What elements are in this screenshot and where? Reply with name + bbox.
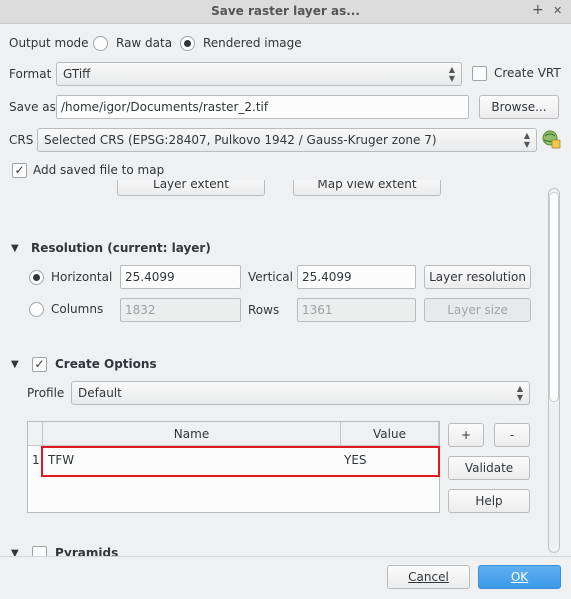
vertical-label: Vertical (248, 270, 293, 284)
output-mode-label: Output mode (9, 36, 89, 50)
combo-arrows-icon: ▲ ▼ (448, 65, 455, 83)
crs-label: CRS (9, 133, 34, 147)
format-label: Format (9, 67, 52, 81)
create-options-title[interactable]: Create Options (55, 357, 157, 371)
add-option-button[interactable]: + (448, 423, 484, 447)
combo-arrows-icon: ▲ ▼ (523, 131, 530, 149)
combo-arrows-icon: ▲ ▼ (516, 384, 523, 402)
profile-value: Default (78, 386, 122, 400)
create-vrt-label[interactable]: Create VRT (494, 66, 561, 80)
rendered-image-radio[interactable] (180, 36, 195, 51)
save-as-label: Save as (9, 100, 56, 114)
columns-label[interactable]: Columns (51, 302, 103, 316)
crs-value: Selected CRS (EPSG:28407, Pulkovo 1942 /… (44, 133, 437, 147)
rows-label: Rows (248, 303, 280, 317)
help-button[interactable]: Help (448, 489, 530, 513)
horizontal-input[interactable]: 25.4099 (120, 265, 241, 289)
raw-data-radio[interactable] (93, 36, 108, 51)
format-value: GTiff (63, 67, 91, 81)
column-header-name[interactable]: Name (43, 422, 341, 446)
create-options-checkbox[interactable]: ✓ (32, 357, 47, 372)
pin-icon[interactable]: + (532, 2, 544, 18)
column-header-value[interactable]: Value (341, 422, 439, 446)
window-title: Save raster layer as... (211, 4, 360, 18)
row-index: 1 (32, 453, 40, 467)
raw-data-label[interactable]: Raw data (116, 36, 172, 50)
layer-extent-button[interactable]: Layer extent (117, 180, 265, 196)
crs-selector-icon[interactable] (541, 128, 561, 150)
highlight-box (41, 446, 440, 477)
collapse-arrow-icon[interactable]: ▼ (11, 359, 19, 370)
table-corner (28, 422, 43, 446)
pyramids-clip: ▼ Pyramids (0, 540, 545, 556)
cancel-button[interactable]: Cancel (387, 565, 470, 589)
format-select[interactable]: GTiff ▲ ▼ (56, 62, 462, 86)
layer-resolution-button[interactable]: Layer resolution (424, 265, 531, 289)
pyramids-checkbox[interactable] (32, 546, 47, 556)
ok-button[interactable]: OK (478, 565, 561, 589)
ok-label: OK (510, 570, 529, 584)
rows-input[interactable]: 1361 (297, 298, 416, 322)
collapse-arrow-icon[interactable]: ▼ (11, 548, 19, 556)
create-vrt-checkbox[interactable] (472, 66, 487, 81)
save-as-input[interactable]: /home/igor/Documents/raster_2.tif (56, 95, 469, 119)
remove-option-button[interactable]: - (494, 423, 530, 447)
validate-button[interactable]: Validate (448, 456, 530, 480)
resolution-title[interactable]: Resolution (current: layer) (31, 241, 211, 255)
map-view-extent-button[interactable]: Map view extent (293, 180, 441, 196)
title-bar: Save raster layer as... + ✕ (0, 0, 571, 24)
columns-radio[interactable] (29, 302, 44, 317)
pyramids-title[interactable]: Pyramids (55, 546, 118, 556)
collapse-arrow-icon[interactable]: ▼ (11, 243, 19, 254)
rendered-image-label[interactable]: Rendered image (203, 36, 302, 50)
scrollbar-thumb[interactable] (549, 192, 559, 402)
add-to-map-checkbox[interactable]: ✓ (12, 163, 27, 178)
cancel-label: Cancel (408, 570, 449, 584)
horizontal-radio[interactable] (29, 270, 44, 285)
extent-buttons-clip: Layer extent Map view extent (0, 180, 545, 198)
divider (0, 556, 571, 557)
vertical-input[interactable]: 25.4099 (297, 265, 416, 289)
browse-button[interactable]: Browse... (479, 95, 559, 119)
add-to-map-label[interactable]: Add saved file to map (33, 163, 164, 177)
profile-select[interactable]: Default ▲ ▼ (71, 381, 530, 405)
crs-select[interactable]: Selected CRS (EPSG:28407, Pulkovo 1942 /… (37, 128, 537, 152)
columns-input[interactable]: 1832 (120, 298, 241, 322)
layer-size-button[interactable]: Layer size (424, 298, 531, 322)
close-icon[interactable]: ✕ (553, 4, 562, 17)
profile-label: Profile (27, 386, 65, 400)
horizontal-label[interactable]: Horizontal (51, 270, 112, 284)
